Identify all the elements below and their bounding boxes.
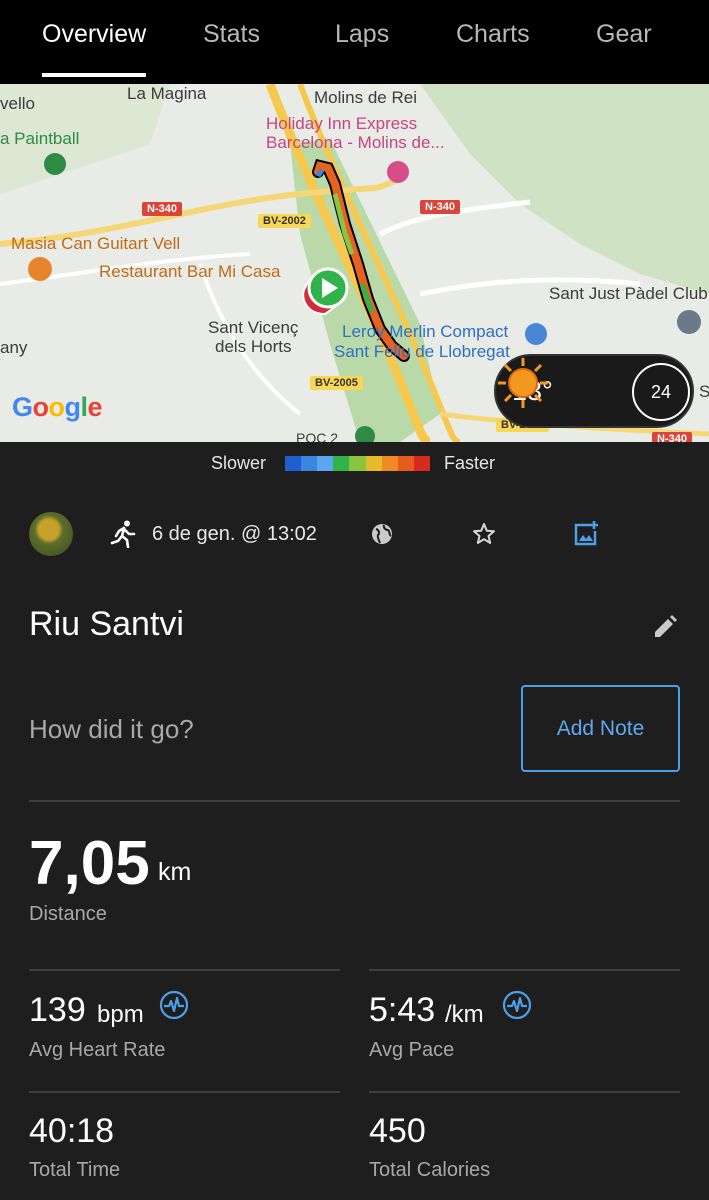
globe-icon[interactable] xyxy=(370,522,394,546)
divider xyxy=(369,1091,680,1093)
legend-faster-label: Faster xyxy=(444,453,496,473)
active-tab-indicator xyxy=(42,73,146,77)
map-label: vello xyxy=(0,94,35,113)
total-time-value: 40:18 xyxy=(29,1112,115,1150)
legend-color-swatch xyxy=(349,456,366,471)
heart-rate-chart-icon[interactable] xyxy=(159,990,189,1020)
legend-color-swatch xyxy=(317,456,334,471)
running-icon xyxy=(110,520,136,548)
legend-color-swatch xyxy=(285,456,302,471)
road-shield: BV-2002 xyxy=(258,214,311,228)
map-label: Leroy Merlin Compact xyxy=(342,322,509,341)
map-label: Barcelona - Molins de... xyxy=(266,133,445,152)
total-calories-value: 450 xyxy=(369,1112,426,1150)
edit-pencil-icon[interactable] xyxy=(652,614,678,640)
divider xyxy=(369,969,680,971)
legend-slower-label: Slower xyxy=(211,453,267,473)
pace-unit: /km xyxy=(445,1001,484,1028)
divider xyxy=(29,800,680,802)
distance-unit: km xyxy=(158,858,192,886)
moon-phase-icon: 24 xyxy=(632,363,690,421)
pace-chart-icon[interactable] xyxy=(502,990,532,1020)
moon-phase-day: 24 xyxy=(650,382,672,402)
legend-color-swatch xyxy=(365,456,382,471)
note-prompt[interactable]: How did it go? xyxy=(29,714,194,745)
total-calories-label: Total Calories xyxy=(369,1159,491,1181)
tab-overview[interactable]: Overview xyxy=(42,20,146,49)
map-label: Molins de Rei xyxy=(314,88,417,107)
map-label: Masia Can Guitart Vell xyxy=(11,234,181,253)
legend-color-swatch xyxy=(397,456,414,471)
map-label: any xyxy=(0,338,28,357)
map-label: Sant Feliu de Llobregat xyxy=(334,342,510,361)
map-label: S xyxy=(699,382,709,401)
route-map[interactable]: La Magina Molins de Rei vello a Paintbal… xyxy=(0,84,709,442)
map-label: Sant Just Pàdel Club xyxy=(549,284,708,303)
pace-color-bar xyxy=(285,456,430,471)
add-photo-icon[interactable] xyxy=(572,520,600,548)
activity-date: 6 de gen. @ 13:02 xyxy=(152,523,317,545)
pace-label: Avg Pace xyxy=(369,1039,455,1061)
map-label: La Magina xyxy=(127,84,207,103)
tab-gear[interactable]: Gear xyxy=(596,20,652,49)
distance-value: 7,05 xyxy=(29,829,150,898)
star-icon[interactable] xyxy=(471,521,497,547)
pace-value: 5:43 xyxy=(369,991,436,1029)
tab-laps[interactable]: Laps xyxy=(335,20,389,49)
activity-title: Riu Santvi xyxy=(29,605,184,643)
map-label: a Paintball xyxy=(0,129,80,148)
distance-label: Distance xyxy=(29,903,107,925)
map-label: dels Horts xyxy=(215,337,292,356)
divider xyxy=(29,1091,340,1093)
road-shield: N-340 xyxy=(142,202,182,216)
map-label: POC 2 xyxy=(296,430,339,442)
pace-legend: Slower Faster xyxy=(0,452,709,476)
google-logo: Google xyxy=(12,392,103,422)
legend-color-swatch xyxy=(413,456,430,471)
add-note-button[interactable]: Add Note xyxy=(521,685,680,772)
tab-charts[interactable]: Charts xyxy=(456,20,530,49)
tab-stats[interactable]: Stats xyxy=(203,20,260,49)
heart-rate-unit: bpm xyxy=(97,1001,144,1028)
sun-icon xyxy=(498,358,548,408)
map-label: Sant Vicenç xyxy=(208,318,299,337)
heart-rate-value: 139 xyxy=(29,991,86,1029)
legend-color-swatch xyxy=(333,456,350,471)
road-shield: N-340 xyxy=(652,432,692,442)
legend-color-swatch xyxy=(301,456,318,471)
road-shield: BV-2005 xyxy=(310,376,363,390)
tab-bar: Overview Stats Laps Charts Gear xyxy=(0,0,709,84)
map-label: Holiday Inn Express xyxy=(266,114,418,133)
legend-color-swatch xyxy=(381,456,398,471)
heart-rate-label: Avg Heart Rate xyxy=(29,1039,166,1061)
map-label: Restaurant Bar Mi Casa xyxy=(99,262,281,281)
total-time-label: Total Time xyxy=(29,1159,121,1181)
avatar[interactable] xyxy=(29,512,73,556)
weather-widget[interactable]: 13° 24 xyxy=(494,354,694,428)
divider xyxy=(29,969,340,971)
road-shield: N-340 xyxy=(420,200,460,214)
